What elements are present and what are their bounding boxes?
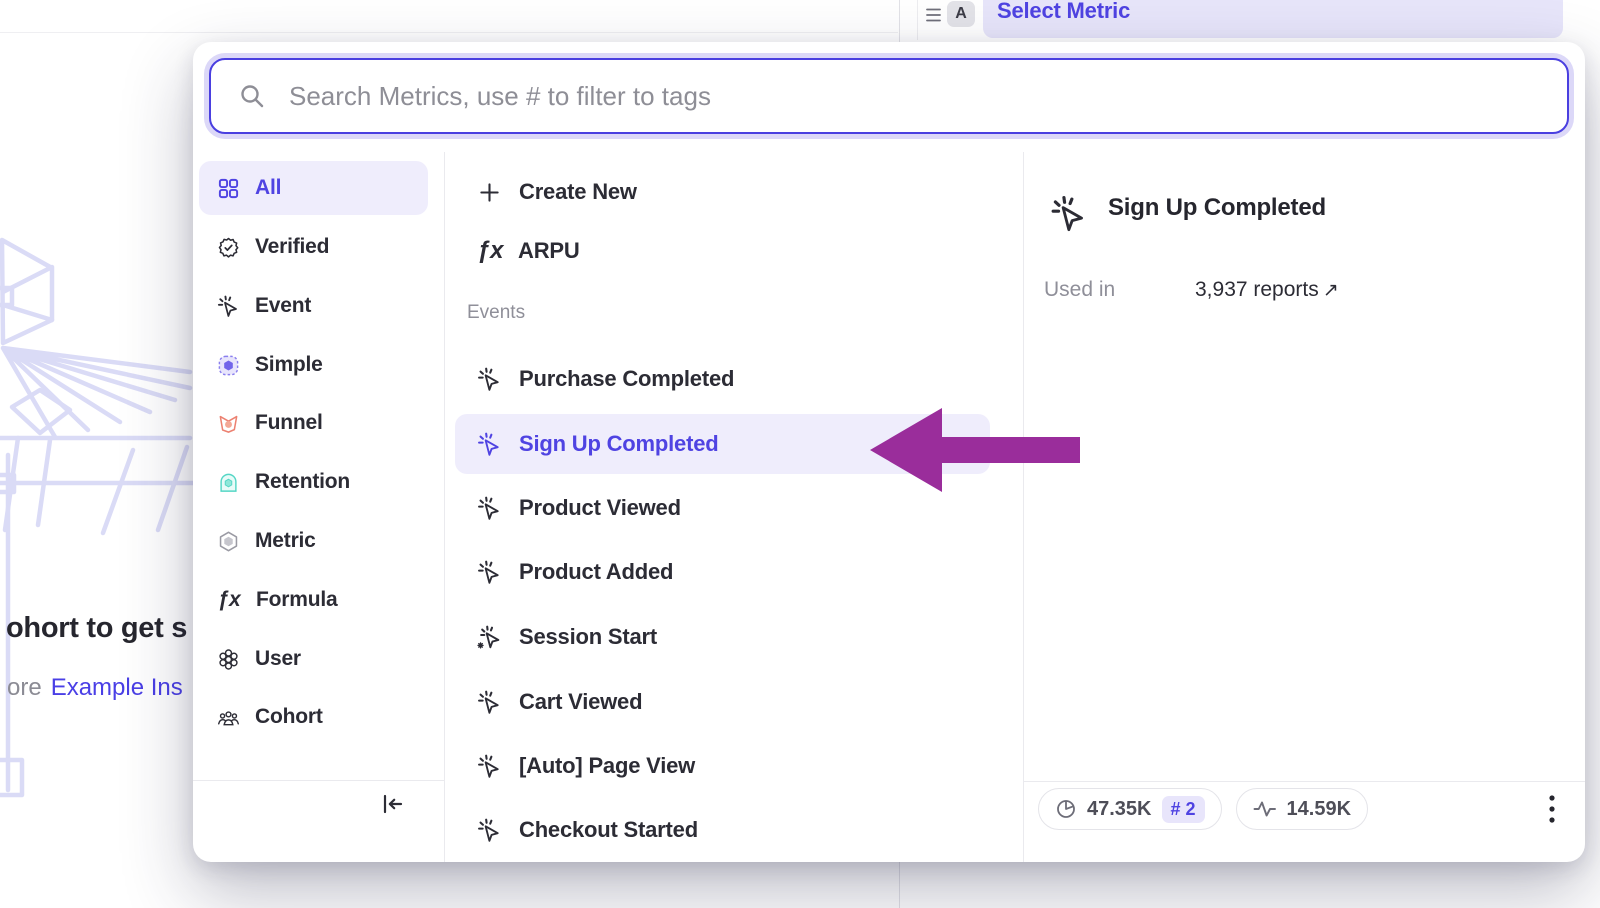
- event-click-star-icon: [477, 625, 502, 650]
- verified-seal-icon: [217, 236, 240, 259]
- activity-stat-chip[interactable]: 14.59K: [1236, 788, 1369, 830]
- sidebar-item-label: Verified: [255, 235, 329, 259]
- sidebar-item-label: All: [255, 176, 281, 200]
- event-click-icon: [477, 496, 502, 521]
- sidebar-item-funnel[interactable]: Funnel: [199, 396, 428, 450]
- cohort-people-icon: [217, 706, 240, 729]
- select-metric-label[interactable]: Select Metric: [997, 0, 1130, 24]
- background-wireframe-illustration: [0, 218, 210, 818]
- sidebar-item-label: Simple: [255, 353, 323, 377]
- background-subtext: ore Example Ins: [7, 674, 183, 702]
- rank-badge: # 2: [1162, 796, 1205, 823]
- used-in-reports-link[interactable]: 3,937 reports↗: [1195, 278, 1339, 302]
- detail-footer-divider: [1024, 781, 1585, 782]
- metric-stats-row: 47.35K # 2 14.59K: [1038, 788, 1368, 830]
- stat-value: 47.35K: [1087, 798, 1152, 821]
- event-click-icon: [1050, 195, 1088, 233]
- list-item-checkout-started[interactable]: Checkout Started: [455, 800, 990, 860]
- user-cluster-icon: [217, 648, 240, 671]
- event-click-icon: [477, 367, 502, 392]
- create-new-button[interactable]: Create New: [455, 162, 990, 222]
- event-label: Product Viewed: [519, 495, 681, 521]
- event-click-icon: [477, 754, 502, 779]
- example-insights-link[interactable]: Example Ins: [51, 674, 183, 701]
- event-label: [Auto] Page View: [519, 753, 695, 779]
- list-item-arpu[interactable]: ƒx ARPU: [455, 221, 990, 281]
- sidebar-item-label: Formula: [256, 588, 337, 612]
- metric-search-box[interactable]: [209, 58, 1569, 134]
- formula-fx-icon: ƒx: [217, 588, 241, 612]
- sidebar-item-label: Metric: [255, 529, 316, 553]
- collapse-panel-icon: [379, 790, 407, 818]
- event-label: Product Added: [519, 559, 673, 585]
- sidebar-item-user[interactable]: User: [199, 632, 428, 686]
- sidebar-item-metric[interactable]: Metric: [199, 514, 428, 568]
- external-link-arrow-icon: ↗: [1323, 280, 1339, 301]
- top-events-stat-chip[interactable]: 47.35K # 2: [1038, 788, 1222, 830]
- event-label: Session Start: [519, 624, 657, 650]
- annotation-arrow: [862, 402, 1086, 498]
- sidebar-footer-divider: [193, 780, 445, 781]
- simple-block-icon: [217, 354, 240, 377]
- search-input[interactable]: [289, 66, 1567, 126]
- metric-picker-screen: A Select Metric ohort to get s ore Exampl…: [0, 0, 1600, 908]
- search-icon: [237, 81, 267, 111]
- metric-hexagon-icon: [217, 530, 240, 553]
- event-label: Checkout Started: [519, 817, 698, 843]
- event-click-icon: [477, 818, 502, 843]
- sidebar-item-label: Retention: [255, 470, 350, 494]
- event-click-icon: [217, 295, 240, 318]
- activity-pulse-icon: [1253, 797, 1277, 821]
- stat-value: 14.59K: [1287, 798, 1352, 821]
- event-label: Sign Up Completed: [519, 431, 719, 457]
- detail-title: Sign Up Completed: [1108, 194, 1326, 222]
- sidebar-item-simple[interactable]: Simple: [199, 338, 428, 392]
- event-click-icon: [477, 432, 502, 457]
- sidebar-item-label: Funnel: [255, 411, 323, 435]
- list-item-auto-page-view[interactable]: [Auto] Page View: [455, 736, 990, 796]
- used-in-label: Used in: [1044, 278, 1115, 302]
- category-sidebar: All Verified Event: [193, 152, 445, 862]
- metric-detail-panel: Sign Up Completed Used in 3,937 reports↗…: [1024, 152, 1585, 862]
- create-new-label: Create New: [519, 179, 637, 205]
- event-click-icon: [477, 560, 502, 585]
- event-label: Purchase Completed: [519, 366, 734, 392]
- background-subtext-fragment: ore: [7, 674, 42, 701]
- event-click-icon: [477, 690, 502, 715]
- events-section-header: Events: [467, 302, 525, 324]
- sidebar-item-event[interactable]: Event: [199, 279, 428, 333]
- sidebar-item-label: Event: [255, 294, 311, 318]
- metric-label: ARPU: [518, 238, 580, 264]
- sidebar-item-retention[interactable]: Retention: [199, 455, 428, 509]
- sidebar-item-verified[interactable]: Verified: [199, 220, 428, 274]
- event-label: Cart Viewed: [519, 689, 642, 715]
- retention-arch-icon: [217, 471, 240, 494]
- series-a-badge: A: [947, 1, 975, 27]
- list-item-purchase-completed[interactable]: Purchase Completed: [455, 349, 990, 409]
- funnel-icon: [217, 412, 240, 435]
- list-item-session-start[interactable]: Session Start: [455, 607, 990, 667]
- sidebar-item-label: User: [255, 647, 301, 671]
- metric-list: Create New ƒx ARPU Events Purchase Compl…: [445, 152, 1024, 862]
- formula-fx-icon: ƒx: [477, 237, 501, 265]
- select-metric-row[interactable]: A Select Metric: [0, 0, 1600, 40]
- pie-chart-icon: [1055, 798, 1077, 820]
- plus-icon: [477, 180, 502, 205]
- sidebar-item-label: Cohort: [255, 705, 323, 729]
- sidebar-item-formula[interactable]: ƒx Formula: [199, 573, 428, 627]
- collapse-panel-button[interactable]: [377, 788, 409, 820]
- grid-all-icon: [217, 177, 240, 200]
- background-headline-fragment: ohort to get s: [6, 612, 187, 645]
- reports-count: 3,937 reports: [1195, 278, 1319, 301]
- sidebar-item-all[interactable]: All: [199, 161, 428, 215]
- more-options-kebab-icon[interactable]: [1547, 794, 1557, 826]
- sidebar-item-cohort[interactable]: Cohort: [199, 690, 428, 744]
- list-item-cart-viewed[interactable]: Cart Viewed: [455, 672, 990, 732]
- drag-handle-icon[interactable]: [925, 7, 942, 23]
- list-item-product-added[interactable]: Product Added: [455, 542, 990, 602]
